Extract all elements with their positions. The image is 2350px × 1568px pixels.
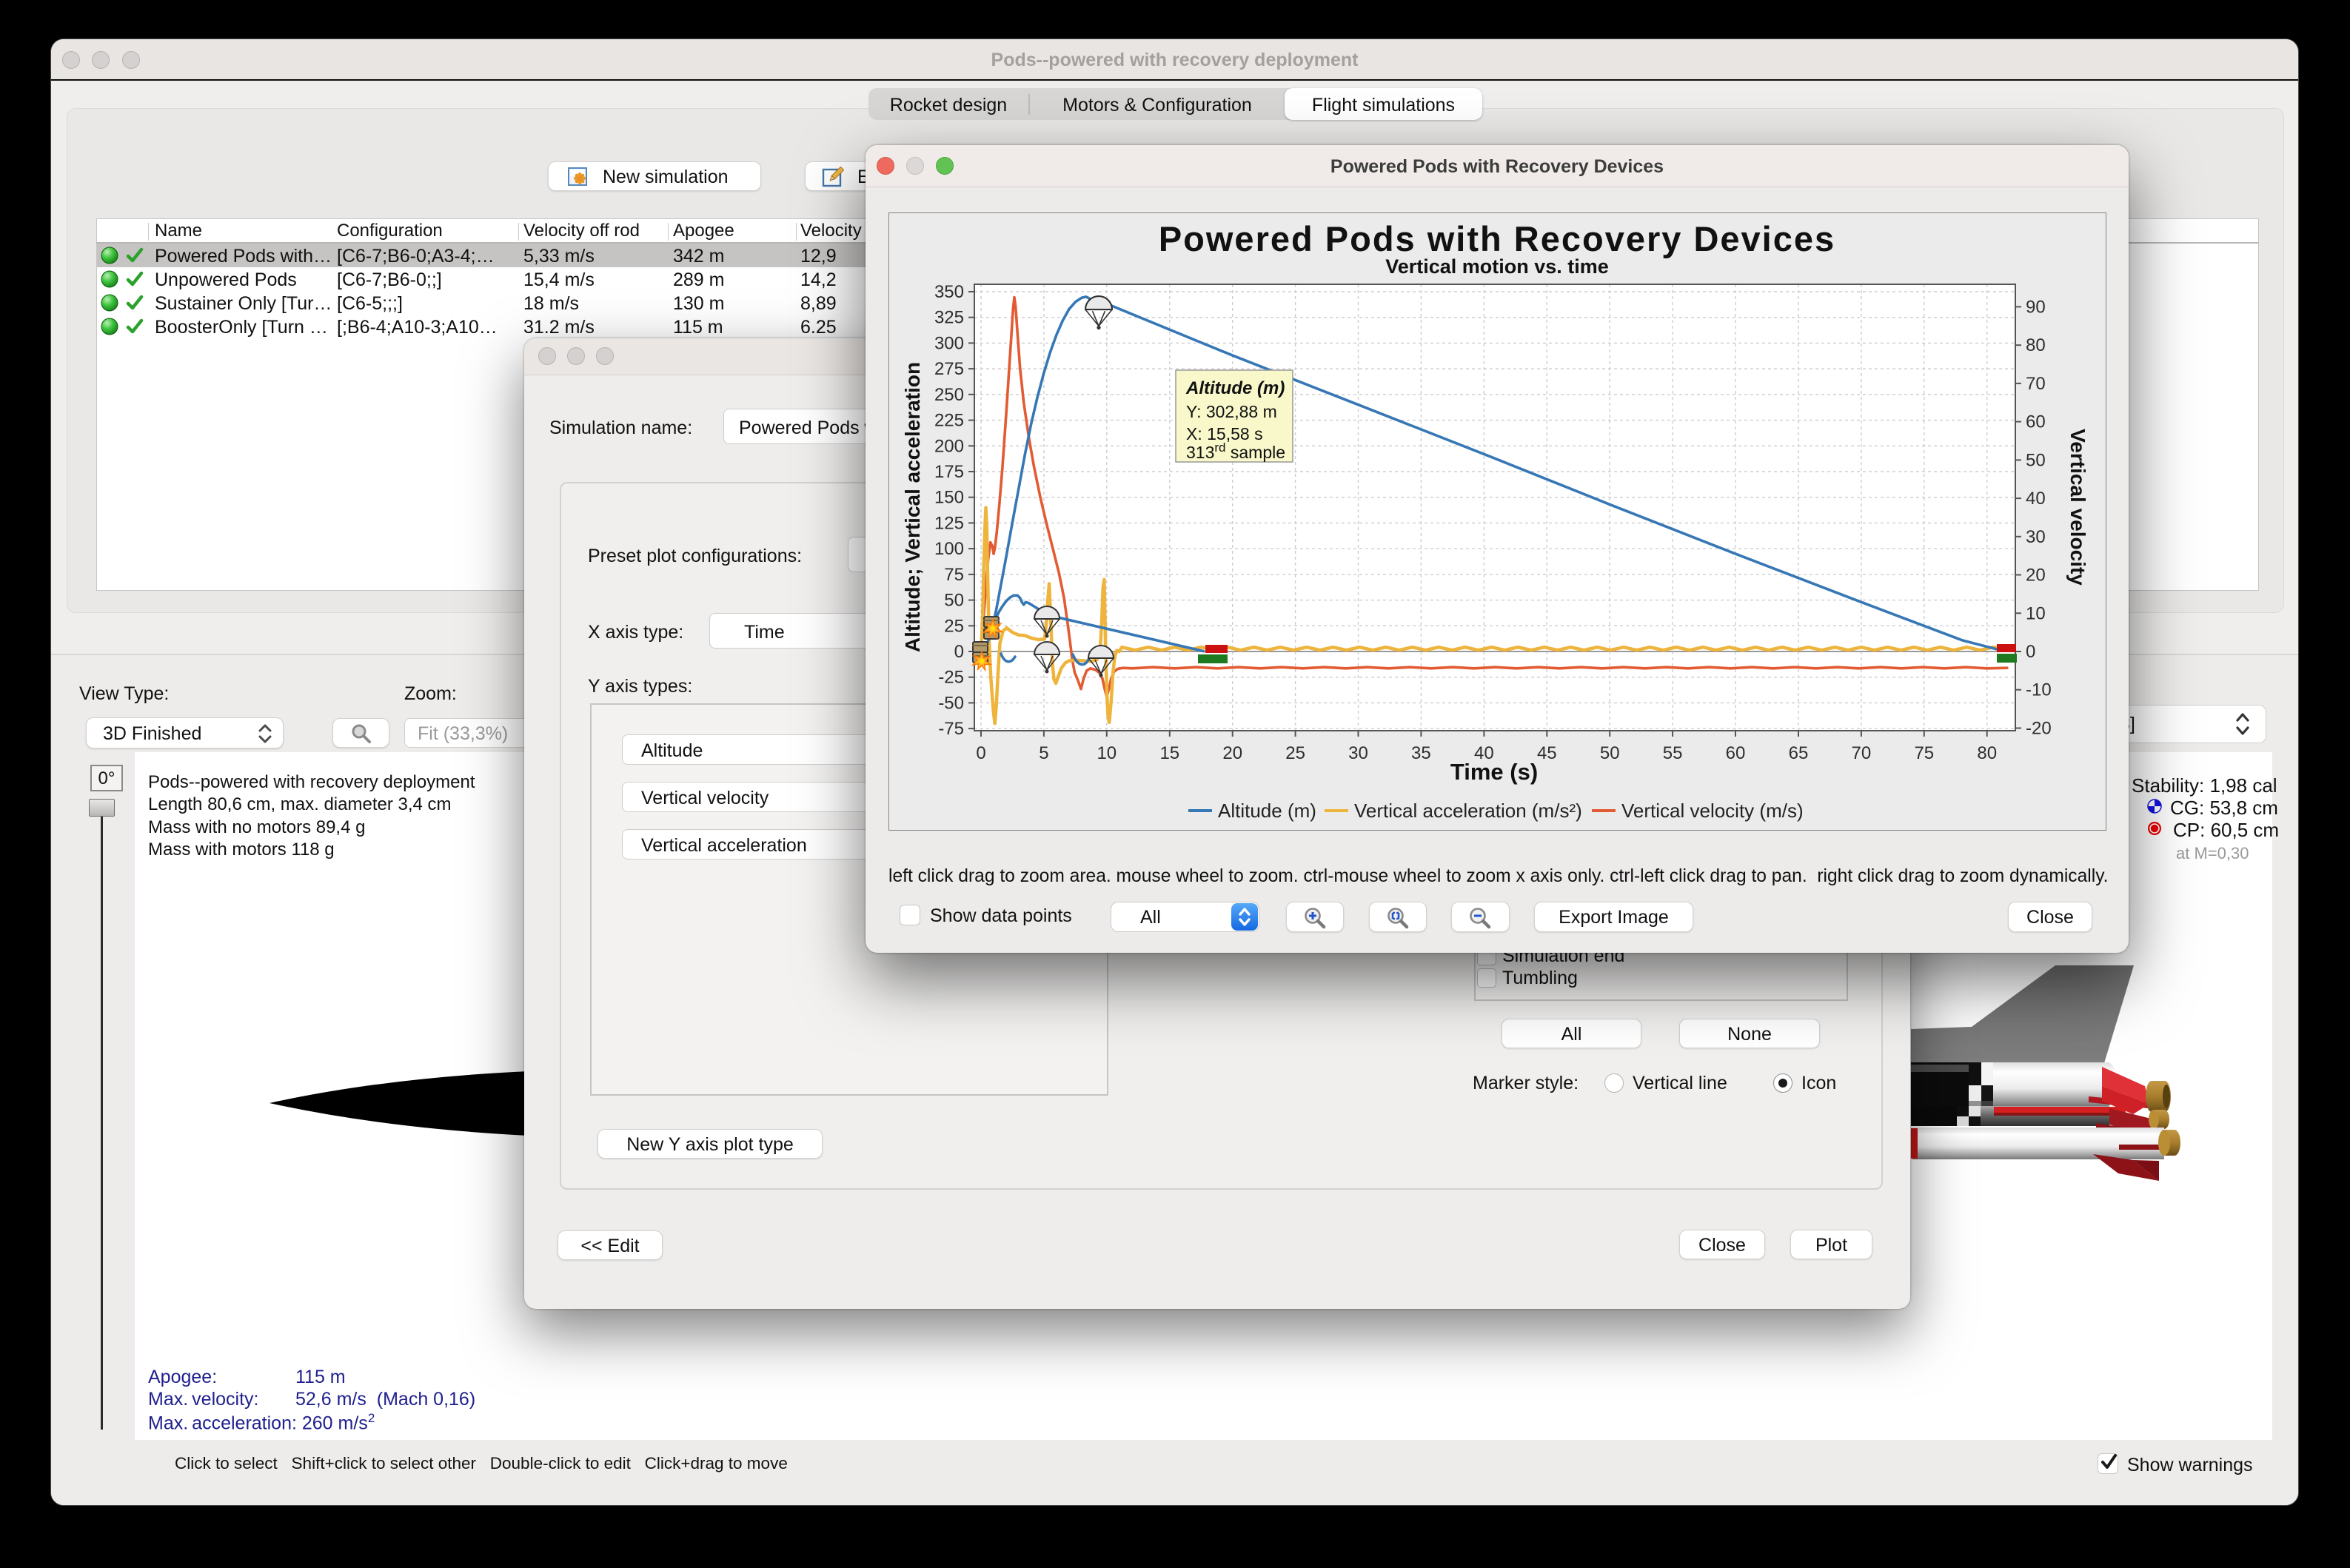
svg-text:Vertical acceleration (m/s²): Vertical acceleration (m/s²) xyxy=(1354,800,1582,822)
svg-text:10: 10 xyxy=(2026,603,2046,623)
svg-text:Y: 302,88 m: Y: 302,88 m xyxy=(1186,402,1277,421)
svg-text:55: 55 xyxy=(1663,743,1683,763)
svg-text:Altitude (m): Altitude (m) xyxy=(1218,800,1316,822)
svg-text:35: 35 xyxy=(1411,743,1431,763)
svg-text:Powered Pods with Recovery Dev: Powered Pods with Recovery Devices xyxy=(1159,219,1835,258)
svg-text:20: 20 xyxy=(1222,743,1242,763)
svg-text:75: 75 xyxy=(1914,743,1934,763)
svg-text:Vertical velocity: Vertical velocity xyxy=(2066,429,2089,586)
svg-text:-10: -10 xyxy=(2026,680,2052,700)
svg-text:-25: -25 xyxy=(938,668,964,688)
svg-text:Vertical velocity (m/s): Vertical velocity (m/s) xyxy=(1621,800,1804,822)
svg-text:75: 75 xyxy=(944,565,964,585)
svg-text:350: 350 xyxy=(934,282,964,302)
svg-text:125: 125 xyxy=(934,513,964,533)
svg-text:30: 30 xyxy=(2026,527,2046,547)
svg-text:40: 40 xyxy=(2026,489,2046,509)
svg-text:325: 325 xyxy=(934,308,964,328)
svg-text:300: 300 xyxy=(934,333,964,353)
svg-text:70: 70 xyxy=(2026,374,2046,394)
svg-text:80: 80 xyxy=(2026,335,2046,355)
svg-text:25: 25 xyxy=(944,616,964,636)
svg-text:Time (s): Time (s) xyxy=(1450,759,1538,785)
svg-text:10: 10 xyxy=(1097,743,1117,763)
svg-text:100: 100 xyxy=(934,539,964,559)
svg-text:50: 50 xyxy=(2026,450,2046,470)
svg-text:45: 45 xyxy=(1537,743,1557,763)
svg-text:30: 30 xyxy=(1348,743,1368,763)
svg-text:Altitude (m): Altitude (m) xyxy=(1185,378,1285,398)
svg-text:225: 225 xyxy=(934,411,964,431)
svg-text:20: 20 xyxy=(2026,566,2046,586)
svg-text:Vertical motion vs. time: Vertical motion vs. time xyxy=(1385,255,1609,278)
svg-text:25: 25 xyxy=(1285,743,1305,763)
svg-text:-75: -75 xyxy=(938,719,964,739)
svg-text:Altitude; Vertical acceleratio: Altitude; Vertical acceleration xyxy=(901,362,924,652)
svg-text:50: 50 xyxy=(1600,743,1620,763)
svg-text:15: 15 xyxy=(1159,743,1179,763)
svg-text:0: 0 xyxy=(2026,642,2035,662)
svg-text:200: 200 xyxy=(934,436,964,456)
svg-text:275: 275 xyxy=(934,359,964,379)
svg-text:250: 250 xyxy=(934,385,964,405)
svg-text:0: 0 xyxy=(976,743,985,763)
svg-text:50: 50 xyxy=(944,591,964,611)
svg-text:60: 60 xyxy=(1726,743,1746,763)
svg-text:60: 60 xyxy=(2026,412,2046,432)
svg-text:175: 175 xyxy=(934,462,964,482)
svg-text:313rd sample: 313rd sample xyxy=(1186,440,1285,462)
svg-text:0: 0 xyxy=(954,642,964,662)
svg-text:80: 80 xyxy=(1977,743,1997,763)
svg-text:65: 65 xyxy=(1789,743,1809,763)
svg-text:150: 150 xyxy=(934,488,964,508)
svg-text:70: 70 xyxy=(1852,743,1872,763)
svg-text:-20: -20 xyxy=(2026,719,2052,739)
svg-text:-50: -50 xyxy=(938,693,964,713)
svg-text:5: 5 xyxy=(1039,743,1048,763)
svg-text:90: 90 xyxy=(2026,297,2046,317)
